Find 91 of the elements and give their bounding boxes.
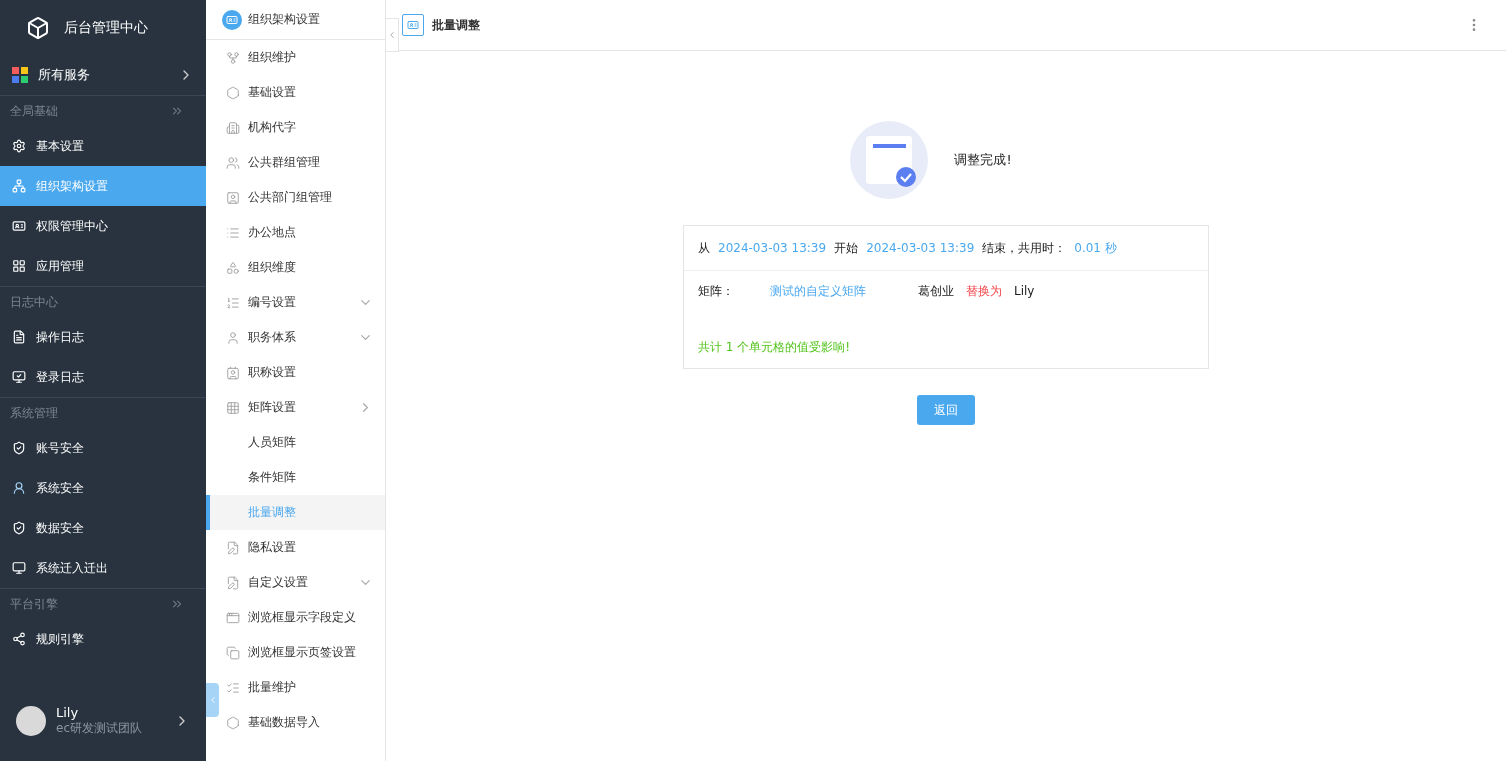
subnav-item[interactable]: 机构代字 bbox=[219, 110, 385, 145]
checklist-icon bbox=[226, 680, 240, 695]
affected-count-text: 共计 1 个单元格的值受影响! bbox=[697, 339, 852, 356]
colored-squares-icon bbox=[12, 67, 28, 83]
time-value: 2024-03-03 13:39 bbox=[718, 241, 827, 255]
nav-item[interactable]: 数据安全 bbox=[0, 508, 206, 548]
user-square-icon bbox=[226, 190, 240, 205]
nav-item[interactable]: 账号安全 bbox=[0, 428, 206, 468]
subnav-item[interactable]: 条件矩阵 bbox=[219, 460, 385, 495]
nav-item[interactable]: 基本设置 bbox=[0, 126, 206, 166]
numbered-list-icon bbox=[226, 295, 240, 310]
nav-item[interactable]: 登录日志 bbox=[0, 357, 206, 397]
replace-label: 替换为 bbox=[966, 282, 1002, 300]
subnav-item[interactable]: 浏览框显示页签设置 bbox=[219, 635, 385, 670]
contact-card-icon bbox=[226, 365, 240, 380]
grid-icon bbox=[226, 400, 240, 415]
page-title: 批量调整 bbox=[432, 16, 481, 34]
field-label: 矩阵： bbox=[698, 282, 734, 300]
monitor-check-icon bbox=[12, 370, 26, 384]
nav-item[interactable]: 规则引擎 bbox=[0, 619, 206, 659]
collapse-handle[interactable] bbox=[206, 683, 219, 717]
hexagon-icon bbox=[226, 85, 240, 100]
subnav-item[interactable]: 公共群组管理 bbox=[219, 145, 385, 180]
subnav-item[interactable]: 浏览框显示字段定义 bbox=[219, 600, 385, 635]
subnav-item[interactable]: 组织维度 bbox=[219, 250, 385, 285]
all-services-item[interactable]: 所有服务 bbox=[0, 55, 206, 96]
section-title: 系统管理 bbox=[10, 404, 58, 422]
subnav-item[interactable]: 人员矩阵 bbox=[219, 425, 385, 460]
shield-icon bbox=[12, 441, 26, 455]
summary-text: 开始 bbox=[834, 239, 859, 257]
section-title: 全局基础 bbox=[10, 102, 58, 120]
subnav-item[interactable]: 组织维护 bbox=[219, 40, 385, 75]
user-team: ec研发测试团队 bbox=[56, 720, 143, 737]
subnav-item[interactable]: 批量维护 bbox=[219, 670, 385, 705]
nav-item[interactable]: 操作日志 bbox=[0, 317, 206, 357]
id-card-icon bbox=[12, 219, 26, 233]
result-title: 调整完成! bbox=[954, 151, 1012, 169]
grid-icon bbox=[12, 259, 26, 273]
user-icon bbox=[226, 330, 240, 345]
nav-item[interactable]: 系统安全 bbox=[0, 468, 206, 508]
document-icon bbox=[12, 330, 26, 344]
time-value: 2024-03-03 13:39 bbox=[866, 241, 975, 255]
monitor-icon bbox=[12, 561, 26, 575]
person-name: Lily bbox=[1014, 284, 1035, 298]
cube-logo-icon bbox=[26, 15, 50, 40]
user-icon bbox=[12, 481, 26, 495]
users-icon bbox=[226, 155, 240, 170]
tree-icon bbox=[226, 50, 240, 65]
time-value: 0.01 秒 bbox=[1074, 239, 1117, 257]
subnav-item[interactable]: 编号设置 bbox=[219, 285, 385, 320]
file-pen-icon bbox=[226, 540, 240, 555]
building-icon bbox=[226, 120, 240, 135]
nav-item[interactable]: 权限管理中心 bbox=[0, 206, 206, 246]
nav-item[interactable]: 系统迁入迁出 bbox=[0, 548, 206, 588]
completed-document-icon bbox=[850, 121, 929, 199]
summary-text: 结束，共用时： bbox=[982, 239, 1067, 257]
person-name: 葛创业 bbox=[918, 282, 954, 300]
hexagon-icon bbox=[226, 715, 240, 730]
network-icon bbox=[12, 179, 26, 193]
copy-icon bbox=[226, 645, 240, 660]
gear-icon bbox=[12, 139, 26, 153]
nodes-icon bbox=[12, 632, 26, 646]
badge-icon bbox=[222, 9, 242, 30]
subnav-item[interactable]: 基础数据导入 bbox=[219, 705, 385, 740]
matrix-name: 测试的自定义矩阵 bbox=[770, 282, 866, 300]
list-icon bbox=[226, 225, 240, 240]
id-card-icon bbox=[402, 14, 424, 36]
app-title: 后台管理中心 bbox=[64, 18, 148, 37]
window-icon bbox=[226, 610, 240, 625]
subnav-item[interactable]: 职称设置 bbox=[219, 355, 385, 390]
nav-item[interactable]: 应用管理 bbox=[0, 246, 206, 286]
subnav-item[interactable]: 办公地点 bbox=[219, 215, 385, 250]
subnav-item[interactable]: 自定义设置 bbox=[219, 565, 385, 600]
subnav-item[interactable]: 隐私设置 bbox=[219, 530, 385, 565]
shield-icon bbox=[12, 521, 26, 535]
avatar bbox=[16, 706, 46, 736]
subnav-item[interactable]: 基础设置 bbox=[219, 75, 385, 110]
subnav-item[interactable]: 公共部门组管理 bbox=[219, 180, 385, 215]
section-title: 平台引擎 bbox=[10, 595, 58, 613]
double-chevron-icon[interactable] bbox=[170, 104, 184, 118]
summary-text: 从 bbox=[698, 239, 710, 257]
subnav-item[interactable]: 矩阵设置 bbox=[219, 390, 385, 425]
subnav-title: 组织架构设置 bbox=[248, 11, 320, 28]
section-title: 日志中心 bbox=[10, 293, 58, 311]
user-profile[interactable]: Lily ec研发测试团队 bbox=[0, 689, 206, 753]
user-name: Lily bbox=[56, 705, 80, 720]
shapes-icon bbox=[226, 260, 240, 275]
double-chevron-icon[interactable] bbox=[170, 597, 184, 611]
file-pen-icon bbox=[226, 575, 240, 590]
subnav-item[interactable]: 职务体系 bbox=[219, 320, 385, 355]
collapse-handle[interactable] bbox=[386, 18, 399, 52]
